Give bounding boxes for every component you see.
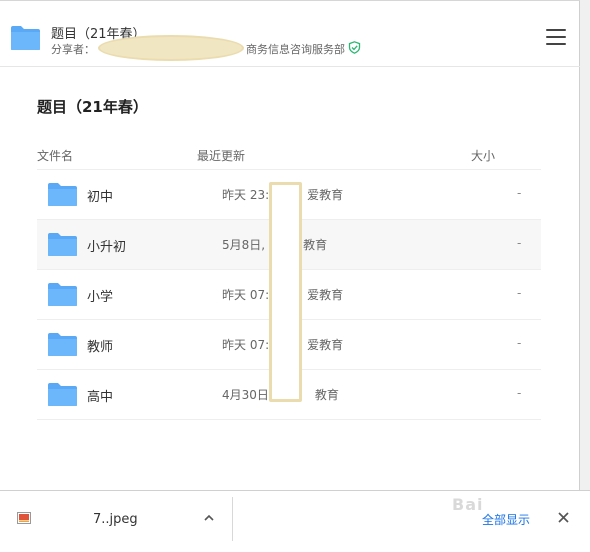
file-name[interactable]: 教师 (87, 336, 113, 355)
folder-icon (48, 233, 77, 256)
folder-title: 题目（21年春） (37, 98, 148, 116)
file-size: - (517, 336, 522, 350)
file-name[interactable]: 小学 (87, 286, 113, 305)
show-all-button[interactable]: 全部显示 (482, 511, 530, 528)
folder-icon (48, 383, 77, 406)
sharer-label: 分享者： (51, 43, 95, 56)
column-header-size[interactable]: 大小 (471, 147, 495, 164)
download-separator (232, 497, 233, 541)
folder-icon (48, 283, 77, 306)
column-header-updated[interactable]: 最近更新 (197, 147, 245, 164)
file-name[interactable]: 小升初 (87, 236, 126, 255)
download-file-name[interactable]: 7..jpeg (93, 512, 138, 527)
file-size: - (517, 186, 522, 200)
redaction-mark (98, 35, 244, 61)
column-header-name[interactable]: 文件名 (37, 147, 73, 164)
image-file-icon (17, 512, 31, 524)
file-name[interactable]: 初中 (87, 186, 113, 205)
sharer-name[interactable]: 商务信息咨询服务部 (246, 41, 345, 57)
file-size: - (517, 236, 522, 250)
redaction-mark (269, 182, 302, 402)
verified-shield-icon (348, 41, 361, 54)
watermark-logo: Bai (452, 495, 484, 514)
folder-icon (11, 26, 40, 50)
close-icon[interactable] (557, 511, 570, 524)
folder-icon (48, 183, 77, 206)
download-bar: 7..jpeg 全部显示 (0, 490, 590, 552)
file-size: - (517, 286, 522, 300)
chevron-up-icon[interactable] (202, 511, 216, 525)
file-size: - (517, 386, 522, 400)
share-page-window: 题目（21年春） 分享者： 商务信息咨询服务部 题目（21年春） 文件名 最近更… (0, 0, 580, 490)
hamburger-icon[interactable] (546, 29, 566, 47)
file-name[interactable]: 高中 (87, 386, 113, 405)
share-header: 题目（21年春） 分享者： 商务信息咨询服务部 (0, 0, 580, 67)
folder-icon (48, 333, 77, 356)
